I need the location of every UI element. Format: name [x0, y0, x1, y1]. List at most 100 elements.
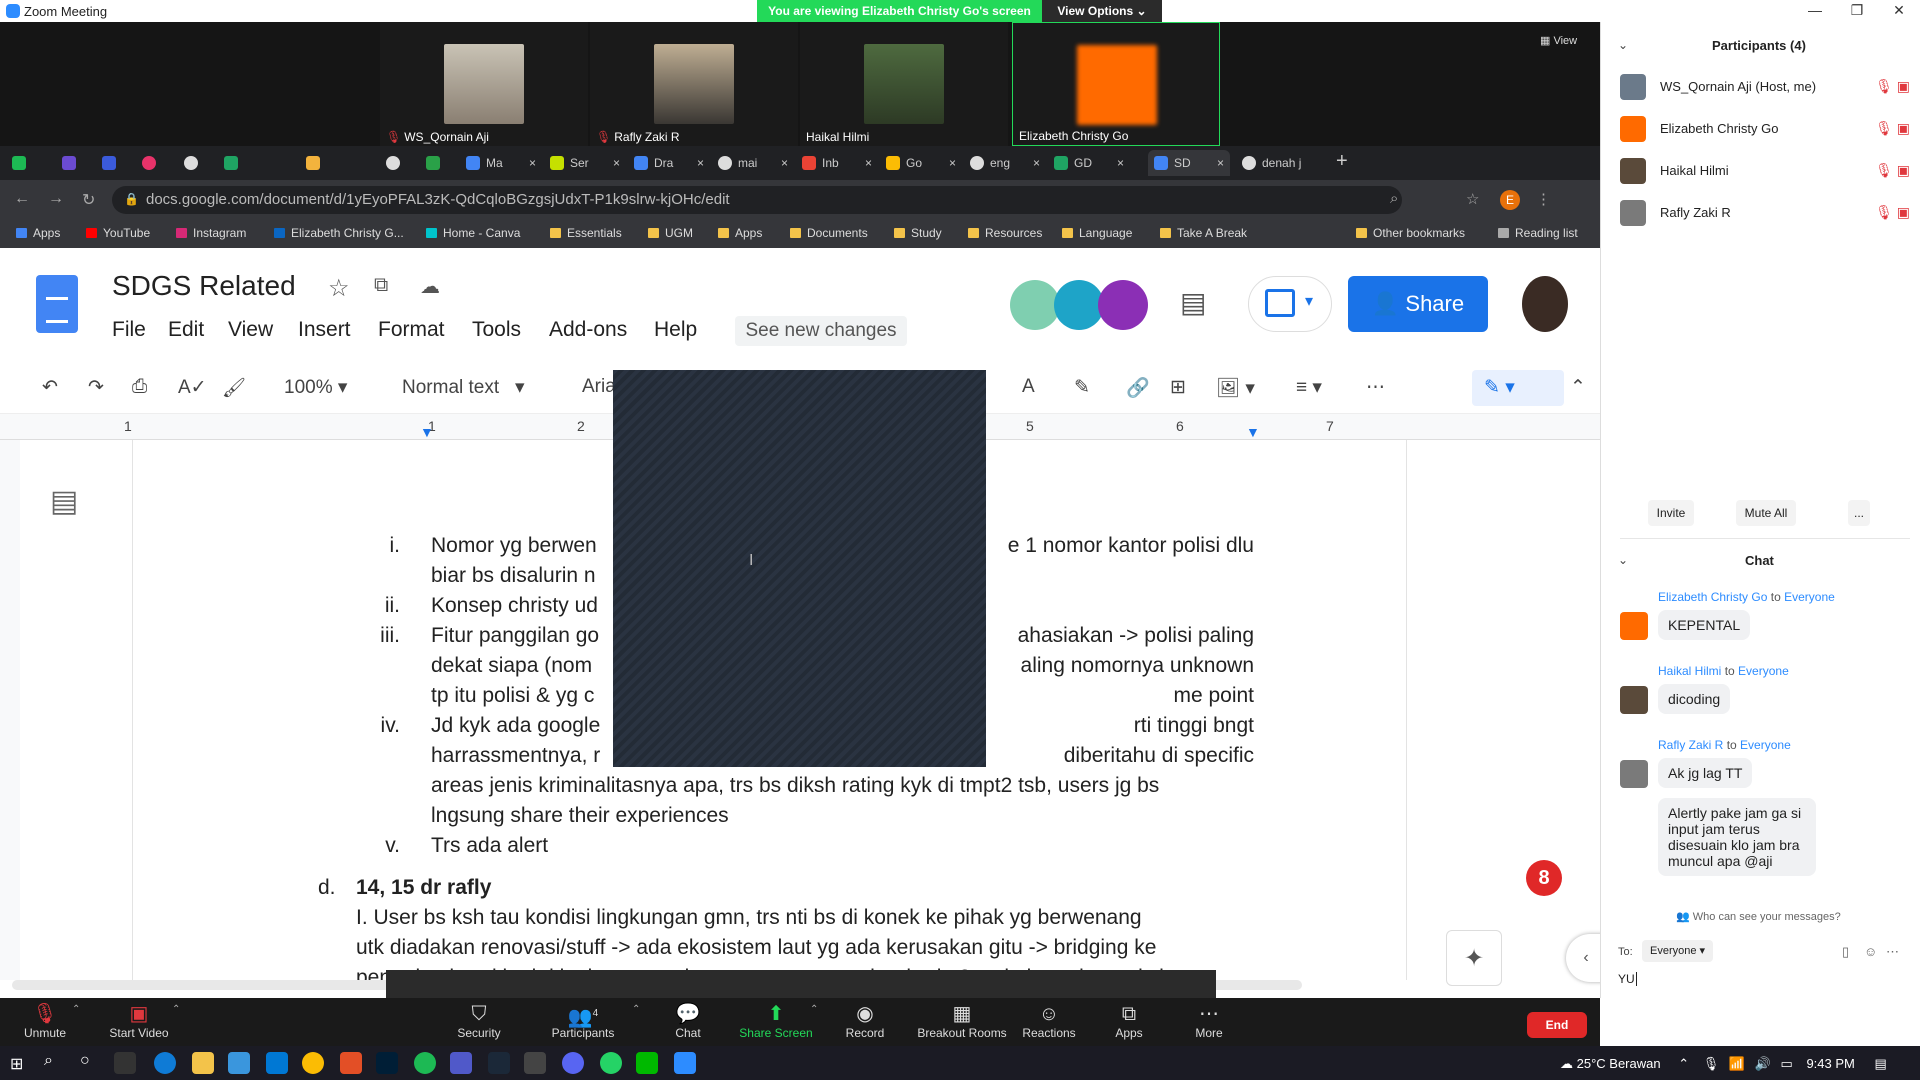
close-tab-icon[interactable]: ×	[529, 150, 536, 176]
collaborator-avatar[interactable]	[1010, 280, 1060, 330]
browser-tab-active[interactable]: SD ×	[1148, 150, 1230, 176]
mic-icon[interactable]: 🎙	[1703, 1056, 1720, 1071]
bookmark-linkedin[interactable]: Elizabeth Christy G...	[274, 226, 404, 240]
close-tab-icon[interactable]: ×	[1117, 150, 1124, 176]
app-icon[interactable]	[524, 1052, 546, 1074]
redo-icon[interactable]: ↷	[88, 376, 104, 399]
close-tab-icon[interactable]: ×	[865, 150, 872, 176]
reading-list[interactable]: Reading list	[1498, 226, 1578, 240]
close-tab-icon[interactable]: ×	[697, 150, 704, 176]
participant-row[interactable]: Elizabeth Christy Go 🎙 ▣	[1620, 116, 1910, 150]
participant-row[interactable]: Rafly Zaki R 🎙 ▣	[1620, 200, 1910, 234]
zoom-select[interactable]: 100% ▾	[284, 376, 347, 399]
browser-tab[interactable]: Ser ×	[544, 150, 626, 176]
menu-dots-icon[interactable]: ⋮	[1536, 190, 1551, 208]
add-comment-icon[interactable]: ⊞	[1170, 376, 1186, 399]
chevron-up-icon[interactable]: ⌃	[632, 1004, 640, 1015]
discord-icon[interactable]	[562, 1052, 584, 1074]
close-icon[interactable]: ✕	[1884, 2, 1914, 20]
outline-icon[interactable]: ▤	[50, 484, 78, 519]
maximize-icon[interactable]: ❐	[1842, 2, 1872, 20]
chat-input[interactable]: YU	[1618, 972, 1637, 986]
zoom-icon[interactable]	[674, 1052, 696, 1074]
browser-tab[interactable]: Go ×	[880, 150, 962, 176]
chevron-up-icon[interactable]: ⌃	[172, 1004, 180, 1015]
pinned-tab-icon[interactable]	[426, 156, 440, 170]
notification-badge[interactable]: 8	[1526, 860, 1562, 896]
share-button[interactable]: 👤 Share	[1348, 276, 1488, 332]
line-icon[interactable]	[636, 1052, 658, 1074]
editing-mode-button[interactable]: ✎ ▾	[1472, 370, 1564, 406]
bookmark-folder[interactable]: Apps	[718, 226, 762, 240]
widgets-icon[interactable]	[114, 1052, 136, 1074]
clock[interactable]: 9:43 PM	[1806, 1056, 1854, 1071]
whatsapp-icon[interactable]	[600, 1052, 622, 1074]
view-options-button[interactable]: View Options ⌄	[1042, 0, 1162, 22]
paint-format-icon[interactable]: 🖌	[222, 376, 246, 400]
browser-tab[interactable]: Ma ×	[460, 150, 542, 176]
bookmark-apps[interactable]: Apps	[16, 226, 60, 240]
edge-icon[interactable]	[154, 1052, 176, 1074]
bookmark-folder[interactable]: Study	[894, 226, 942, 240]
reload-icon[interactable]: ↻	[82, 190, 95, 210]
menu-format[interactable]: Format	[378, 318, 445, 342]
invite-button[interactable]: Invite	[1648, 500, 1694, 526]
mail-icon[interactable]	[266, 1052, 288, 1074]
see-new-changes-button[interactable]: See new changes	[735, 316, 907, 346]
recipient-select[interactable]: Everyone ▾	[1642, 940, 1714, 962]
bookmark-youtube[interactable]: YouTube	[86, 226, 150, 240]
chat-sender[interactable]: Haikal Hilmi	[1658, 664, 1721, 678]
weather-text[interactable]: 25°C Berawan	[1577, 1056, 1661, 1071]
steam-icon[interactable]	[488, 1052, 510, 1074]
collapse-toolbar-icon[interactable]: ⌃	[1570, 376, 1586, 399]
task-view-icon[interactable]: ○	[80, 1052, 90, 1070]
font-select[interactable]: Aria	[582, 376, 616, 398]
docs-logo-icon[interactable]	[36, 275, 78, 333]
video-tile[interactable]: 🎙 Rafly Zaki R	[590, 22, 798, 146]
browser-tab[interactable]: Inb ×	[796, 150, 878, 176]
collapse-icon[interactable]: ⌄	[1618, 553, 1628, 567]
file-explorer-icon[interactable]	[192, 1052, 214, 1074]
bookmark-canva[interactable]: Home - Canva	[426, 226, 520, 240]
video-tile-active[interactable]: Elizabeth Christy Go	[1012, 22, 1220, 146]
windows-start-icon[interactable]: ⊞	[10, 1054, 23, 1074]
print-icon[interactable]: ⎙	[132, 376, 147, 398]
menu-addons[interactable]: Add-ons	[549, 318, 627, 342]
browser-tab[interactable]: eng ×	[964, 150, 1046, 176]
who-can-see-link[interactable]: 👥 Who can see your messages?	[1676, 910, 1841, 923]
photoshop-icon[interactable]	[376, 1052, 398, 1074]
minimize-icon[interactable]: —	[1800, 2, 1830, 20]
other-bookmarks[interactable]: Other bookmarks	[1356, 226, 1465, 240]
participant-row[interactable]: Haikal Hilmi 🎙 ▣	[1620, 158, 1910, 192]
browser-tab[interactable]: denah j	[1236, 150, 1318, 176]
collaborator-avatar[interactable]	[1054, 280, 1104, 330]
pinned-tab-icon[interactable]	[102, 156, 116, 170]
close-tab-icon[interactable]: ×	[613, 150, 620, 176]
participants-button[interactable]: 👥4 Participants	[538, 1002, 628, 1040]
more-icon[interactable]: ⋯	[1886, 944, 1899, 960]
present-button[interactable]: ▾	[1248, 276, 1332, 332]
battery-icon[interactable]: ▭	[1781, 1056, 1793, 1071]
spotify-icon[interactable]	[414, 1052, 436, 1074]
volume-icon[interactable]: 🔊	[1755, 1056, 1771, 1071]
undo-icon[interactable]: ↶	[42, 376, 58, 399]
url-bar[interactable]: docs.google.com/document/d/1yEyoPFAL3zK-…	[112, 186, 1402, 214]
wifi-icon[interactable]: 📶	[1729, 1056, 1745, 1071]
spellcheck-icon[interactable]: A✓	[178, 376, 207, 399]
file-icon[interactable]: ▯	[1842, 944, 1849, 960]
bookmark-folder[interactable]: Resources	[968, 226, 1042, 240]
mic-video-status-icon[interactable]: 🎙 ▣	[1875, 120, 1910, 137]
chat-button[interactable]: 💬 Chat	[643, 1002, 733, 1040]
more-tools-icon[interactable]: ⋯	[1366, 376, 1385, 399]
style-select[interactable]: Normal text ▾	[402, 376, 525, 399]
forward-icon[interactable]: →	[48, 190, 64, 208]
browser-tab[interactable]: Dra ×	[628, 150, 710, 176]
star-icon[interactable]: ☆	[328, 274, 350, 303]
chat-sender[interactable]: Rafly Zaki R	[1658, 738, 1723, 752]
browser-tab[interactable]: mai ×	[712, 150, 794, 176]
teams-icon[interactable]	[450, 1052, 472, 1074]
more-button[interactable]: ⋯ More	[1164, 1002, 1254, 1040]
bookmark-folder[interactable]: Language	[1062, 226, 1132, 240]
menu-insert[interactable]: Insert	[298, 318, 351, 342]
office-icon[interactable]	[340, 1052, 362, 1074]
